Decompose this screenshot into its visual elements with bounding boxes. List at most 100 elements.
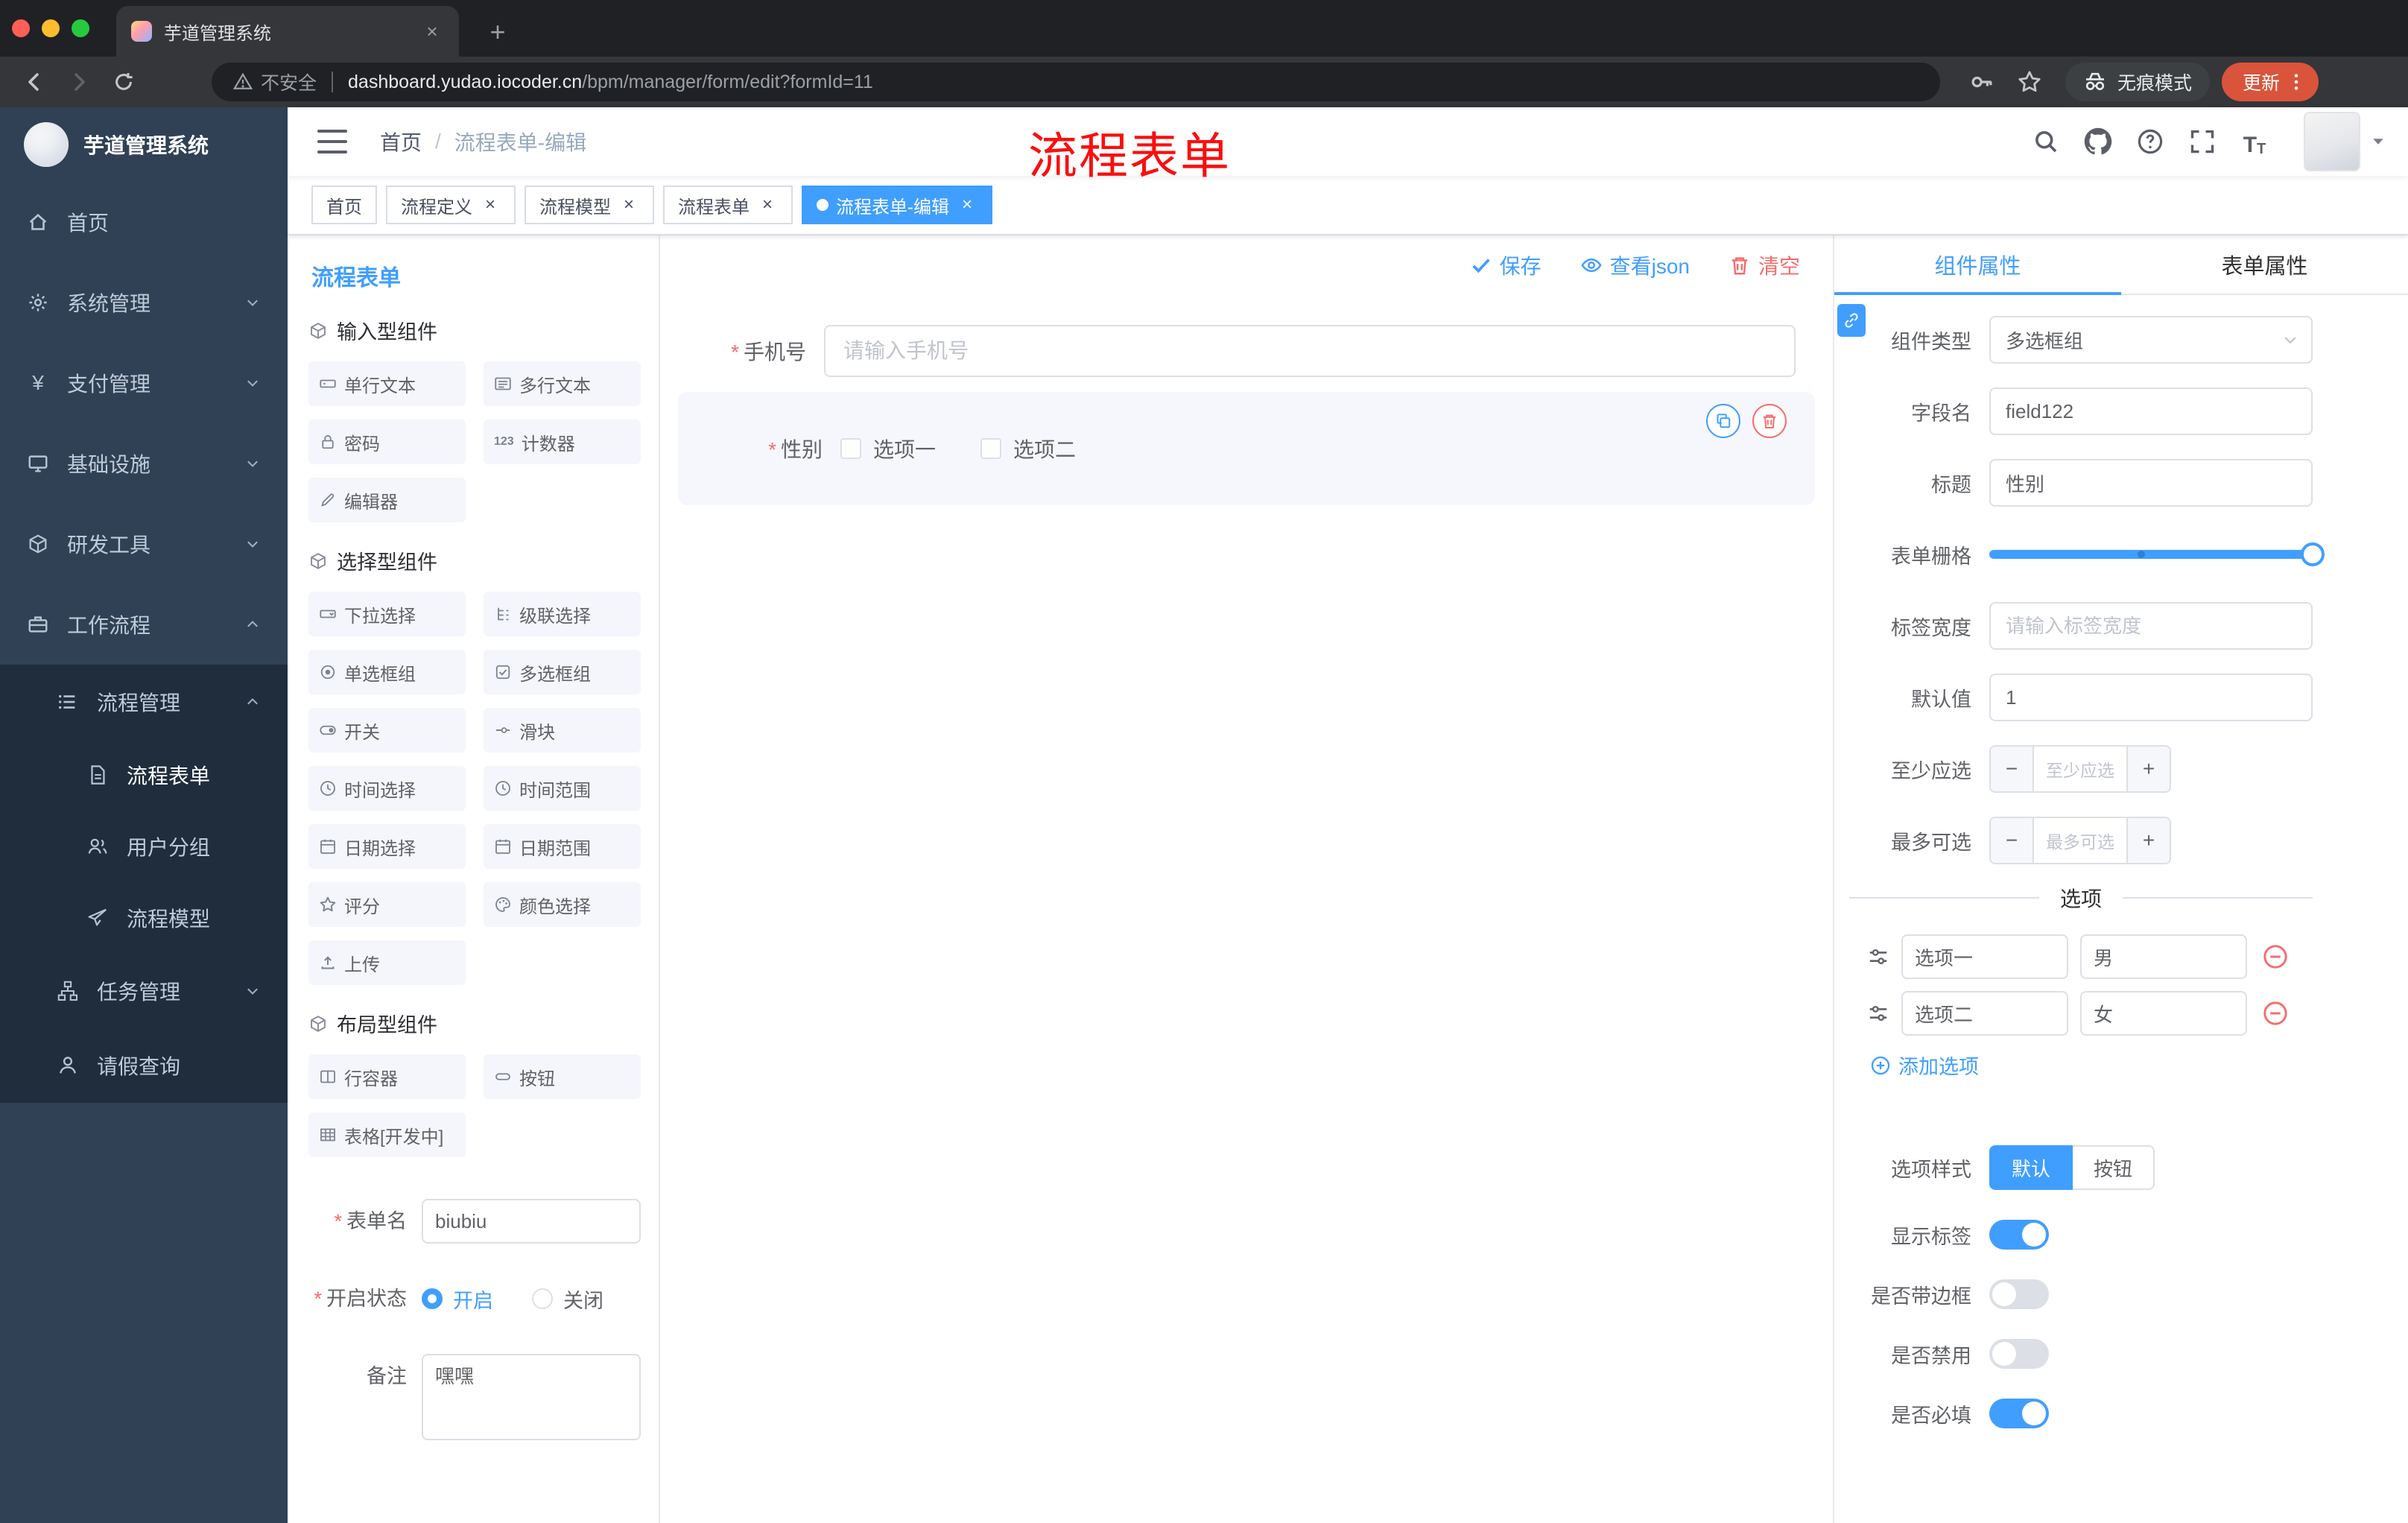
link-badge-icon[interactable] [1837, 304, 1866, 337]
component-date-range[interactable]: 日期范围 [484, 824, 641, 869]
increment-button[interactable]: + [2126, 818, 2170, 863]
increment-button[interactable]: + [2126, 747, 2170, 791]
tab-form-props[interactable]: 表单属性 [2121, 235, 2408, 294]
min-select-value[interactable]: 至少应选 [2034, 747, 2126, 791]
component-checkbox-group[interactable]: 多选框组 [484, 650, 641, 694]
new-tab-button[interactable]: + [480, 16, 516, 48]
sidebar-item-workflow[interactable]: 工作流程 [0, 584, 288, 665]
forward-button[interactable] [60, 63, 98, 101]
option-1-label-input[interactable] [1901, 934, 2068, 979]
status-radio-open[interactable]: 开启 [422, 1285, 493, 1314]
option-style-default-button[interactable]: 默认 [1989, 1145, 2073, 1190]
help-icon[interactable] [2135, 127, 2165, 156]
component-color-picker[interactable]: 颜色选择 [484, 882, 641, 927]
component-password[interactable]: 密码 [308, 419, 466, 464]
tag-close-icon[interactable]: × [957, 194, 978, 215]
component-type-select[interactable]: 多选框组 [1989, 316, 2313, 364]
component-time-picker[interactable]: 时间选择 [308, 766, 466, 811]
component-date-picker[interactable]: 日期选择 [308, 824, 466, 869]
app-logo[interactable]: 芋道管理系统 [0, 107, 288, 182]
window-zoom-button[interactable] [72, 19, 89, 37]
component-multi-line-text[interactable]: 多行文本 [484, 361, 641, 406]
slider-track[interactable] [1989, 542, 2325, 566]
sidebar-item-home[interactable]: 首页 [0, 182, 288, 262]
save-button[interactable]: 保存 [1470, 250, 1542, 280]
max-select-value[interactable]: 最多可选 [2034, 818, 2126, 863]
border-switch[interactable] [1989, 1279, 2049, 1309]
tab-close-icon[interactable]: × [420, 19, 444, 43]
tag-home[interactable]: 首页 [311, 186, 377, 224]
grid-slider[interactable] [1989, 531, 2325, 578]
field-name-input[interactable] [1989, 387, 2313, 435]
sidebar-item-devtools[interactable]: 研发工具 [0, 504, 288, 584]
gender-option-1-checkbox[interactable]: 选项一 [840, 434, 936, 463]
component-rate[interactable]: 评分 [308, 882, 466, 927]
search-icon[interactable] [2031, 127, 2061, 156]
sidebar-item-system[interactable]: 系统管理 [0, 262, 288, 343]
sidebar-item-process-model[interactable]: 流程模型 [0, 882, 288, 954]
sidebar-item-process-manage[interactable]: 流程管理 [0, 665, 288, 739]
component-editor[interactable]: 编辑器 [308, 478, 466, 522]
delete-field-button[interactable] [1752, 404, 1787, 438]
fullscreen-icon[interactable] [2187, 127, 2217, 156]
browser-tab[interactable]: 芋道管理系统 × [116, 6, 459, 57]
gender-option-2-checkbox[interactable]: 选项二 [980, 434, 1076, 463]
tag-process-form-edit[interactable]: 流程表单-编辑 × [802, 186, 992, 224]
tag-process-model[interactable]: 流程模型 × [525, 186, 654, 224]
sidebar-toggle-button[interactable] [317, 130, 347, 153]
sidebar-item-infra[interactable]: 基础设施 [0, 423, 288, 504]
tag-process-definition[interactable]: 流程定义 × [386, 186, 516, 224]
back-button[interactable] [15, 63, 54, 101]
slider-handle[interactable] [2301, 542, 2325, 566]
bookmark-star-icon[interactable] [2010, 63, 2049, 101]
sidebar-item-task-manage[interactable]: 任务管理 [0, 954, 288, 1028]
field-gender-selected[interactable]: 性别 选项一 选项二 [678, 392, 1815, 505]
drag-handle-icon[interactable] [1867, 1002, 1889, 1025]
required-switch[interactable] [1989, 1399, 2049, 1428]
form-remark-textarea[interactable]: 嘿嘿 [422, 1354, 641, 1440]
component-row-container[interactable]: 行容器 [308, 1054, 466, 1099]
breadcrumb-home[interactable]: 首页 [380, 127, 422, 156]
option-2-value-input[interactable] [2080, 991, 2247, 1036]
window-close-button[interactable] [12, 19, 30, 37]
remove-option-icon[interactable] [2262, 943, 2289, 970]
font-size-icon[interactable]: TT [2240, 127, 2269, 157]
tag-close-icon[interactable]: × [618, 194, 639, 215]
tag-close-icon[interactable]: × [480, 194, 501, 215]
title-input[interactable] [1989, 459, 2313, 507]
option-2-label-input[interactable] [1901, 991, 2068, 1036]
browser-update-menu-button[interactable]: 更新 [2221, 63, 2319, 101]
component-slider[interactable]: 滑块 [484, 708, 641, 753]
remove-option-icon[interactable] [2262, 1000, 2289, 1027]
user-avatar-menu[interactable] [2304, 112, 2387, 171]
address-bar[interactable]: 不安全 dashboard.yudao.iocoder.cn /bpm/mana… [212, 63, 1940, 101]
component-counter[interactable]: 123 计数器 [484, 419, 641, 464]
tab-component-props[interactable]: 组件属性 [1834, 235, 2121, 295]
component-select[interactable]: 下拉选择 [308, 592, 466, 636]
component-table[interactable]: 表格[开发中] [308, 1112, 466, 1157]
sidebar-item-payment[interactable]: ¥ 支付管理 [0, 343, 288, 423]
duplicate-field-button[interactable] [1706, 404, 1740, 438]
sidebar-item-process-form[interactable]: 流程表单 [0, 739, 288, 811]
option-1-value-input[interactable] [2080, 934, 2247, 979]
component-time-range[interactable]: 时间范围 [484, 766, 641, 811]
passwords-key-icon[interactable] [1962, 63, 2001, 101]
sidebar-item-user-group[interactable]: 用户分组 [0, 811, 288, 882]
phone-input[interactable] [824, 325, 1796, 377]
decrement-button[interactable]: − [1991, 747, 2034, 791]
reload-button[interactable] [104, 63, 143, 101]
component-cascader[interactable]: 级联选择 [484, 592, 641, 636]
github-icon[interactable] [2083, 127, 2113, 156]
label-width-input[interactable] [1989, 602, 2313, 650]
field-phone[interactable]: 手机号 [660, 325, 1833, 377]
tag-process-form[interactable]: 流程表单 × [663, 186, 793, 224]
component-button[interactable]: 按钮 [484, 1054, 641, 1099]
tag-close-icon[interactable]: × [757, 194, 778, 215]
incognito-badge[interactable]: 无痕模式 [2065, 63, 2210, 101]
show-label-switch[interactable] [1989, 1220, 2049, 1250]
add-option-button[interactable]: 添加选项 [1870, 1051, 2313, 1080]
sidebar-item-leave-query[interactable]: 请假查询 [0, 1028, 288, 1103]
status-radio-closed[interactable]: 关闭 [532, 1285, 603, 1314]
component-upload[interactable]: 上传 [308, 940, 466, 985]
component-radio-group[interactable]: 单选框组 [308, 650, 466, 694]
